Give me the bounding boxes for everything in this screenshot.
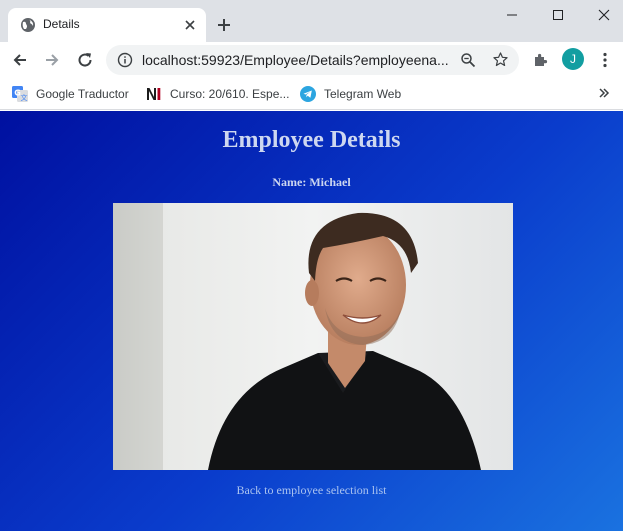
close-window-button[interactable]	[581, 0, 623, 30]
google-translate-icon: G 文	[12, 86, 28, 102]
bookmark-label: Telegram Web	[324, 87, 402, 101]
forward-arrow-icon[interactable]	[43, 51, 61, 69]
info-icon[interactable]	[117, 52, 133, 68]
profile-avatar[interactable]: J	[562, 48, 584, 70]
url-text[interactable]: localhost:59923/Employee/Details?employe…	[142, 52, 454, 68]
back-arrow-icon[interactable]	[11, 51, 29, 69]
bookmark-label: Google Traductor	[36, 87, 129, 101]
employee-name: Name: Michael	[272, 175, 351, 189]
new-tab-icon[interactable]	[215, 16, 233, 34]
minimize-button[interactable]	[489, 0, 535, 30]
maximize-button[interactable]	[535, 0, 581, 30]
tab-title: Details	[43, 17, 80, 31]
back-to-list-link[interactable]: Back to employee selection list	[0, 483, 623, 498]
extensions-puzzle-icon[interactable]	[532, 51, 550, 69]
minimize-icon	[507, 14, 517, 16]
address-bar[interactable]: localhost:59923/Employee/Details?employe…	[106, 45, 519, 75]
page-title: Employee Details	[222, 127, 401, 153]
close-icon[interactable]	[182, 17, 198, 33]
zoom-icon[interactable]	[460, 52, 476, 68]
telegram-icon	[300, 86, 316, 102]
page-content: Employee Details Name: Michael Back to e…	[0, 111, 623, 531]
bookmark-star-icon[interactable]	[492, 51, 509, 68]
close-icon	[598, 9, 610, 21]
globe-icon	[21, 18, 35, 32]
browser-toolbar: localhost:59923/Employee/Details?employe…	[0, 42, 623, 78]
bookmark-google-traductor[interactable]: G 文 Google Traductor	[12, 84, 129, 104]
reload-icon[interactable]	[76, 51, 94, 69]
kebab-menu-icon[interactable]	[597, 51, 613, 69]
tab-details[interactable]: Details	[8, 8, 206, 42]
svg-text:文: 文	[21, 93, 28, 102]
bookmarks-bar: G 文 Google Traductor Curso: 20/610. Espe…	[0, 78, 623, 110]
bookmark-curso[interactable]: Curso: 20/610. Espe...	[146, 84, 289, 104]
maximize-icon	[553, 10, 563, 20]
ni-logo-icon	[147, 88, 161, 100]
bookmark-label: Curso: 20/610. Espe...	[170, 87, 290, 101]
chevron-double-right-icon[interactable]	[597, 86, 611, 100]
bookmark-telegram-web[interactable]: Telegram Web	[300, 84, 401, 104]
employee-photo	[113, 203, 513, 470]
browser-tab-strip: Details	[0, 0, 623, 42]
